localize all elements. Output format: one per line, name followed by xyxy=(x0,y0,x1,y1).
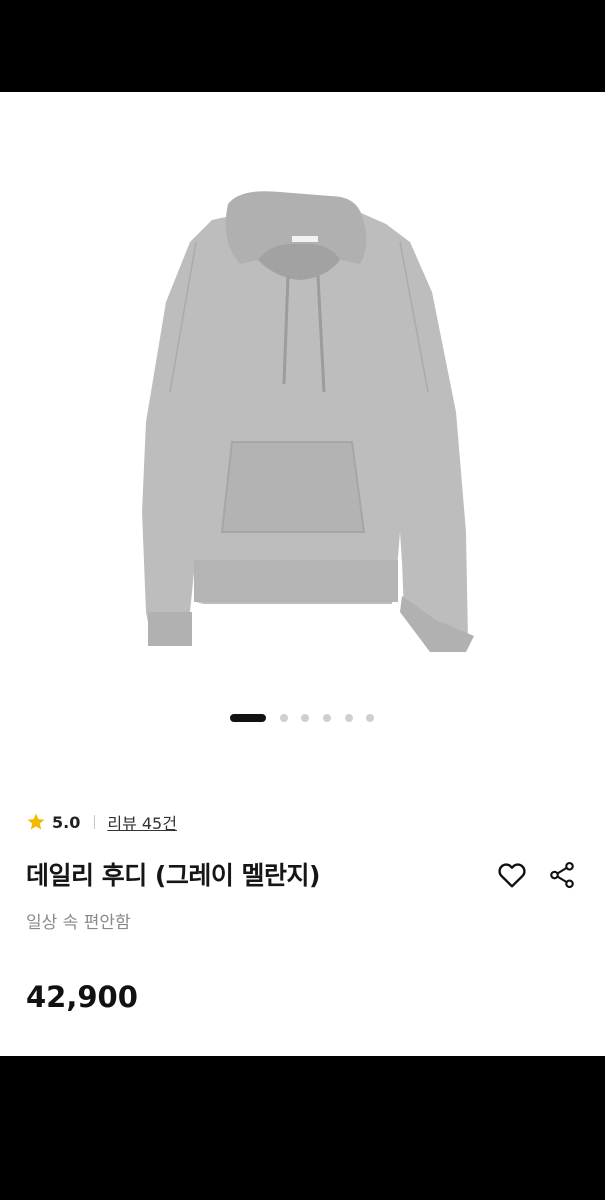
carousel-dot[interactable] xyxy=(301,714,309,722)
rating-value: 5.0 xyxy=(52,812,81,832)
carousel-dot[interactable] xyxy=(280,714,288,722)
like-button[interactable] xyxy=(495,858,529,892)
product-title: 데일리 후디 (그레이 멜란지) xyxy=(26,861,320,890)
carousel-indicator[interactable] xyxy=(0,712,605,724)
carousel-dot-active[interactable] xyxy=(230,714,266,722)
product-detail-screen: 5.0 리뷰 45건 데일리 후디 (그레이 멜란지) 일상 속 편안함 42,… xyxy=(0,92,605,1056)
carousel-dot[interactable] xyxy=(366,714,374,722)
rating-row: 5.0 리뷰 45건 xyxy=(26,810,177,834)
status-bar xyxy=(0,0,605,92)
navigation-bar xyxy=(0,1056,605,1200)
divider xyxy=(94,815,96,829)
star-icon xyxy=(27,813,45,830)
carousel-dot[interactable] xyxy=(323,714,331,722)
product-subtitle: 일상 속 편안함 xyxy=(26,913,131,933)
product-price: 42,900 xyxy=(26,980,138,1014)
heart-icon xyxy=(498,863,526,888)
share-button[interactable] xyxy=(545,858,579,892)
product-image[interactable] xyxy=(0,92,605,692)
review-count-link[interactable]: 리뷰 45건 xyxy=(107,810,177,834)
carousel-dot[interactable] xyxy=(345,714,353,722)
share-icon xyxy=(550,861,574,889)
